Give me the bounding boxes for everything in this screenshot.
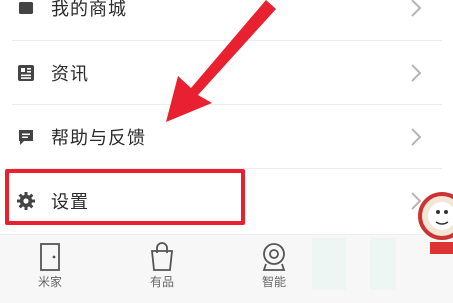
tab-smart[interactable]: 智能 xyxy=(234,235,314,303)
news-icon xyxy=(16,63,36,83)
menu-item-news[interactable]: 资讯 xyxy=(0,40,453,106)
tab-mijia[interactable]: 米家 xyxy=(10,235,90,303)
tab-label: 智能 xyxy=(261,275,286,289)
menu-item-label: 资讯 xyxy=(51,64,89,85)
feedback-icon xyxy=(16,127,36,147)
menu-item-my-store[interactable]: 我的商城 xyxy=(0,0,453,41)
tab-label: 米家 xyxy=(37,275,62,289)
watermark-block xyxy=(370,238,396,290)
store-icon xyxy=(16,0,36,18)
chevron-right-icon xyxy=(408,61,424,85)
shopping-bag-icon xyxy=(122,240,202,272)
menu-item-label: 我的商城 xyxy=(51,0,127,20)
chevron-right-icon xyxy=(408,0,424,20)
tab-youpin[interactable]: 有品 xyxy=(122,235,202,303)
chevron-right-icon xyxy=(408,125,424,149)
menu-item-label: 帮助与反馈 xyxy=(51,128,146,149)
tab-label: 有品 xyxy=(149,275,174,289)
floating-mascot-icon[interactable] xyxy=(414,180,453,260)
smart-camera-icon xyxy=(234,240,314,272)
menu-item-help-feedback[interactable]: 帮助与反馈 xyxy=(0,104,453,170)
settings-highlight-box xyxy=(5,169,245,225)
home-door-icon xyxy=(10,240,90,272)
watermark-block xyxy=(312,238,346,290)
